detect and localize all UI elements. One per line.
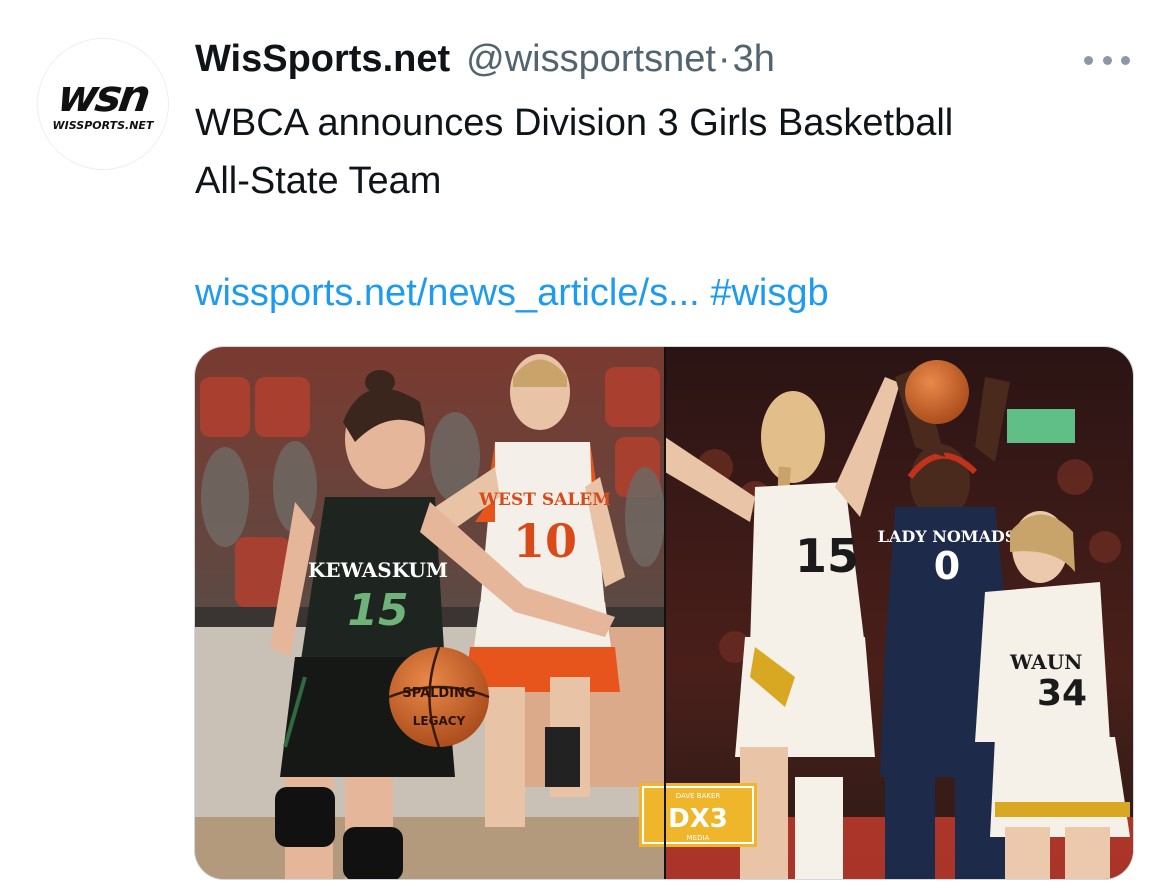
avatar[interactable]: wsn WISSPORTS.NET [37,38,169,170]
tweet-text-line-1: WBCA announces Division 3 Girls Basketba… [195,102,954,144]
photo-divider [664,347,666,879]
user-handle[interactable]: @wissportsnet [466,36,716,82]
tweet-links: wissports.net/news_article/s... #wisgb [195,268,829,318]
shooter-basketball [905,360,969,424]
display-name[interactable]: WisSports.net [195,36,450,82]
article-link[interactable]: wissports.net/news_article/s... [195,272,700,314]
kewaskum-jersey-number: 15 [347,585,408,636]
exit-sign [1007,409,1075,443]
player-34-jersey-name: WAUN [1009,650,1082,674]
watermark-bottom-text: MEDIA [687,834,710,842]
player-34-jersey-number: 34 [1037,673,1087,714]
west-salem-jersey-name: WEST SALEM [478,490,611,510]
avatar-logo: wsn [54,70,152,122]
tweet-header: WisSports.net @wissportsnet · 3h [195,36,775,82]
kewaskum-jersey-name: KEWASKUM [308,558,448,582]
dx3-media-watermark: DAVE BAKER DX3 MEDIA [639,783,757,847]
hashtag-link[interactable]: #wisgb [710,272,828,314]
timestamp[interactable]: 3h [733,36,775,82]
left-photo: WEST SALEM 10 KEWASKUM 15 SPALDING LEGAC… [195,347,665,879]
ball-brand-text: SPALDING [402,686,475,701]
more-horizontal-icon[interactable] [1084,50,1130,70]
separator-dot: · [717,38,731,80]
defender-jersey-number: 15 [795,529,859,583]
tweet-text-line-2: All-State Team [195,160,442,202]
watermark-logo-text: DX3 [668,804,728,834]
tweet-text: WBCA announces Division 3 Girls Basketba… [195,94,1135,210]
shooter-jersey-number: 0 [934,544,960,588]
tweet[interactable]: wsn WISSPORTS.NET WisSports.net @wisspor… [0,0,1170,890]
ball-model-text: LEGACY [413,714,466,728]
watermark-top-text: DAVE BAKER [676,792,721,800]
west-salem-jersey-number: 10 [513,514,577,568]
basketball: SPALDING LEGACY [388,646,490,748]
tweet-media-image[interactable]: WEST SALEM 10 KEWASKUM 15 SPALDING LEGAC… [194,346,1134,880]
